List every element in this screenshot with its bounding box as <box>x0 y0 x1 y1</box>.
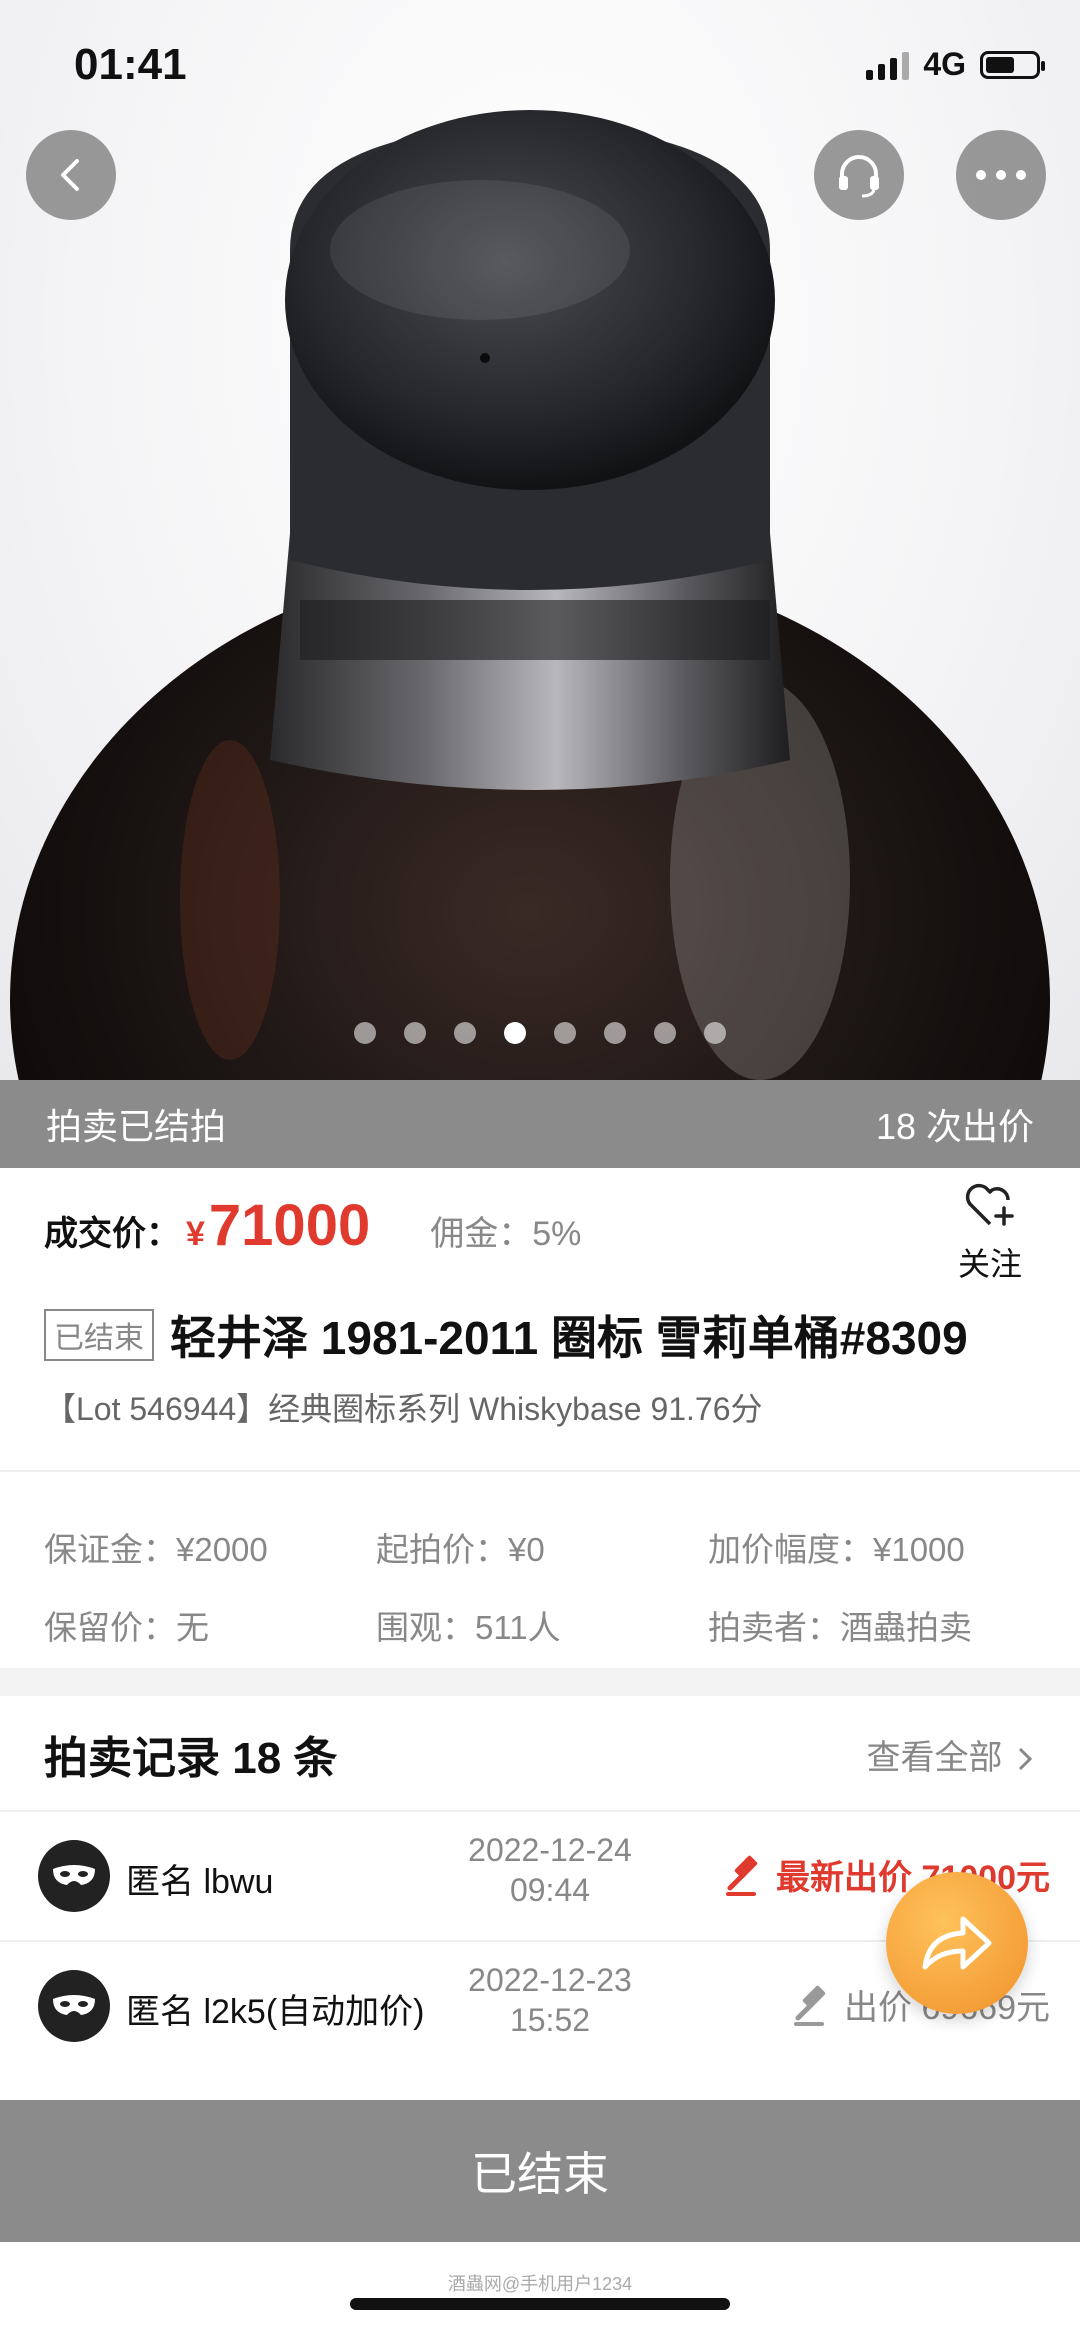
bid-count: 18 次出价 <box>875 1106 1034 1147</box>
share-icon <box>922 1916 992 1970</box>
pager-dot[interactable] <box>554 1022 576 1044</box>
mask-icon <box>53 1995 95 2015</box>
deposit: 保证金：¥2000 <box>44 1531 268 1568</box>
final-price-label: 成交价： <box>44 1215 180 1253</box>
bottle-photo <box>10 110 1050 1080</box>
bid-date: 2022-12-24 <box>468 1832 632 1868</box>
final-price: 71000 <box>208 1193 371 1258</box>
more-icon <box>976 170 1026 180</box>
pager-dot[interactable] <box>604 1022 626 1044</box>
mask-icon <box>53 1865 95 1885</box>
gallery-pager[interactable] <box>0 1022 1080 1044</box>
chevron-right-icon <box>1018 1747 1033 1771</box>
status-time: 01:41 <box>74 40 187 89</box>
share-button[interactable] <box>886 1872 1028 2014</box>
follow-button[interactable]: 关注 <box>950 1180 1030 1285</box>
pager-dot[interactable] <box>354 1022 376 1044</box>
customer-service-icon <box>839 155 879 198</box>
network-type: 4G <box>923 46 966 82</box>
signal-icon <box>866 50 910 80</box>
bid-datetime: 2022-12-24 09:44 <box>440 1830 660 1910</box>
records-header: 拍卖记录 18 条 <box>44 1734 338 1783</box>
pager-dot[interactable] <box>654 1022 676 1044</box>
avatar <box>38 1970 110 2042</box>
home-indicator <box>350 2298 730 2310</box>
commission: 佣金：5% <box>430 1215 582 1253</box>
auction-state: 拍卖已结拍 <box>46 1106 227 1147</box>
bidder-name: 匿名 l2k5(自动加价) <box>126 1993 425 2031</box>
price-row: 成交价： ¥ 71000 佣金：5% <box>44 1192 581 1259</box>
product-image[interactable]: 01:41 4G <box>0 0 1080 1080</box>
back-icon <box>61 159 79 191</box>
gavel-icon <box>726 1855 758 1896</box>
more-button[interactable] <box>956 130 1046 220</box>
lot-title: 轻井泽 1981-2011 圈标 雪莉单桶#8309 <box>170 1312 968 1364</box>
watchers: 围观：511人 <box>376 1609 561 1646</box>
bid-date: 2022-12-23 <box>468 1962 632 1998</box>
battery-icon <box>980 50 1045 79</box>
bid-datetime: 2022-12-23 15:52 <box>440 1960 660 2040</box>
pager-dot[interactable] <box>504 1022 526 1044</box>
lot-title-row: 已结束 轻井泽 1981-2011 圈标 雪莉单桶#8309 <box>44 1302 968 1368</box>
customer-service-button[interactable] <box>814 130 904 220</box>
avatar <box>38 1840 110 1912</box>
start-price: 起拍价：¥0 <box>376 1531 545 1568</box>
auction-status-bar: 拍卖已结拍 18 次出价 <box>0 1080 1080 1168</box>
auction-info-grid: 保证金：¥2000 起拍价：¥0 加价幅度：¥1000 保留价：无 围观：511… <box>44 1508 1044 1664</box>
divider <box>0 1470 1080 1472</box>
bid-increment: 加价幅度：¥1000 <box>708 1531 965 1568</box>
back-button[interactable] <box>26 130 116 220</box>
lot-subtitle: 【Lot 546944】经典圈标系列 Whiskybase 91.76分 <box>44 1391 763 1427</box>
status-indicators: 4G <box>866 46 1045 83</box>
reserve-price: 保留价：无 <box>44 1609 209 1646</box>
auction-ended-button[interactable]: 已结束 <box>0 2100 1080 2242</box>
bid-time: 15:52 <box>509 2002 591 2038</box>
pager-dot[interactable] <box>454 1022 476 1044</box>
status-badge: 已结束 <box>44 1309 154 1361</box>
heart-plus-icon <box>965 1183 1014 1226</box>
gavel-icon <box>794 1985 826 2026</box>
bidder-name: 匿名 lbwu <box>126 1863 274 1901</box>
pager-dot[interactable] <box>704 1022 726 1044</box>
view-all-link[interactable]: 查看全部 <box>867 1730 1034 1779</box>
watermark: 酒蟲网@手机用户1234 <box>447 2274 633 2294</box>
bid-time: 09:44 <box>509 1872 591 1908</box>
view-all-label: 查看全部 <box>866 1739 1003 1777</box>
follow-label: 关注 <box>957 1246 1022 1282</box>
pager-dot[interactable] <box>404 1022 426 1044</box>
section-gap <box>0 1668 1080 1696</box>
seller: 拍卖者：酒蟲拍卖 <box>708 1609 972 1646</box>
currency-symbol: ¥ <box>186 1215 205 1253</box>
